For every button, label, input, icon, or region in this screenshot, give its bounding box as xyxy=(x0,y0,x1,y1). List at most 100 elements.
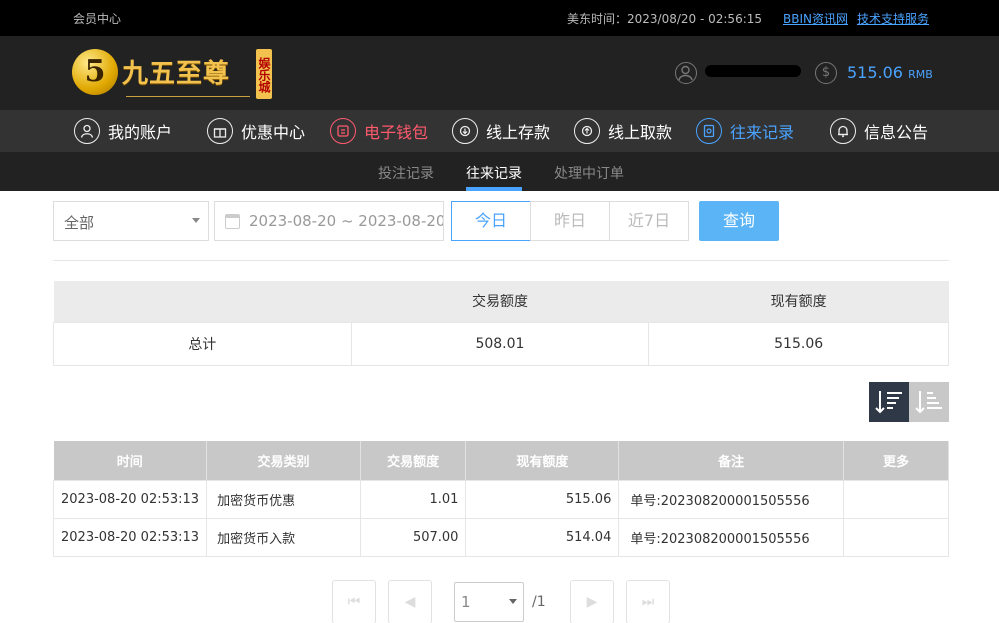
summary-header: 交易额度 xyxy=(351,281,649,322)
cell-type: 加密货币优惠 xyxy=(206,479,361,519)
bell-icon xyxy=(830,118,856,144)
nav-promotions[interactable]: 优惠中心 xyxy=(207,116,305,146)
summary-total-row: 总计 508.01 515.06 xyxy=(53,321,949,366)
records-header: 备注 xyxy=(618,441,844,480)
cell-amount: 1.01 xyxy=(359,479,467,519)
account-balance: 515.06 RMB xyxy=(847,63,933,82)
nav-transaction-records[interactable]: 往来记录 xyxy=(696,116,794,146)
query-button[interactable]: 查询 xyxy=(699,201,779,241)
sub-nav: 投注记录 往来记录 处理中订单 xyxy=(0,152,999,191)
page-select[interactable]: 1 xyxy=(454,582,524,622)
table-row: 2023-08-20 02:53:13 加密货币优惠 1.01 515.06 单… xyxy=(52,479,950,519)
records-header: 现有额度 xyxy=(465,441,620,480)
record-icon xyxy=(696,118,722,144)
quick-yesterday-button[interactable]: 昨日 xyxy=(530,201,610,241)
divider xyxy=(53,260,949,261)
calendar-icon xyxy=(225,214,240,229)
sort-descending-button[interactable] xyxy=(869,382,909,422)
quick-7days-button[interactable]: 近7日 xyxy=(609,201,689,241)
next-page-icon: ▶ xyxy=(586,594,598,610)
balance-value: 515.06 xyxy=(847,63,903,82)
active-tab-indicator xyxy=(466,187,522,191)
cell-more[interactable] xyxy=(842,517,950,557)
nav-label: 信息公告 xyxy=(864,123,929,142)
page-select-value: 1 xyxy=(461,593,471,611)
nav-label: 优惠中心 xyxy=(241,123,306,142)
records-header-row: 时间 交易类别 交易额度 现有额度 备注 更多 xyxy=(53,441,950,480)
nav-announcements[interactable]: 信息公告 xyxy=(830,116,928,146)
records-table: 时间 交易类别 交易额度 现有额度 备注 更多 2023-08-20 02:53… xyxy=(52,441,950,557)
records-header: 交易额度 xyxy=(360,441,467,480)
prev-page-icon: ◀ xyxy=(404,594,416,610)
nav-label: 往来记录 xyxy=(730,123,795,142)
cell-type: 加密货币入款 xyxy=(206,517,361,557)
sort-ascending-button[interactable] xyxy=(909,382,949,422)
last-page-button[interactable]: ⏭ xyxy=(626,580,670,623)
coin-icon: $ xyxy=(815,62,837,84)
sort-asc-icon xyxy=(915,391,942,414)
nav-online-deposit[interactable]: 线上存款 xyxy=(452,116,550,146)
eastern-time: 美东时间：2023/08/20 - 02:56:15 xyxy=(567,12,763,26)
prev-page-button[interactable]: ◀ xyxy=(388,580,432,623)
nav-label: 线上取款 xyxy=(608,123,673,142)
cell-remark: 单号:202308200001505556 xyxy=(618,517,844,557)
records-header: 交易类别 xyxy=(206,441,361,480)
summary-header xyxy=(53,281,352,322)
bbin-news-link[interactable]: BBIN资讯网 xyxy=(783,10,848,27)
logo-name: 九五至尊 xyxy=(122,59,231,89)
table-row: 2023-08-20 02:53:13 加密货币入款 507.00 514.04… xyxy=(52,517,950,557)
nav-label: 线上存款 xyxy=(486,123,551,142)
cell-time: 2023-08-20 02:53:13 xyxy=(52,479,208,519)
cell-time: 2023-08-20 02:53:13 xyxy=(52,517,208,557)
transaction-type-select[interactable]: 全部 xyxy=(53,201,209,241)
subtab-pending-orders[interactable]: 处理中订单 xyxy=(554,163,624,183)
date-range-input[interactable]: 2023-08-20 ~ 2023-08-20 xyxy=(214,201,444,241)
tech-support-link[interactable]: 技术支持服务 xyxy=(857,10,929,27)
summary-header: 现有额度 xyxy=(648,281,949,322)
nav-label: 我的账户 xyxy=(108,123,173,142)
user-icon xyxy=(74,118,100,144)
quick-today-button[interactable]: 今日 xyxy=(451,201,531,241)
gift-icon xyxy=(207,118,233,144)
cell-balance: 514.04 xyxy=(465,517,620,557)
brand-logo[interactable]: 5 九五至尊 娱乐城 xyxy=(72,47,272,101)
nav-label: 电子钱包 xyxy=(364,123,429,142)
logo-flourish xyxy=(126,91,250,97)
chevron-down-icon xyxy=(509,599,517,604)
subtab-bet-records[interactable]: 投注记录 xyxy=(378,163,434,183)
header: 5 九五至尊 娱乐城 $ 515.06 RMB xyxy=(0,36,999,110)
summary-current-balance: 515.06 xyxy=(648,321,949,366)
nav-my-account[interactable]: 我的账户 xyxy=(74,116,172,146)
logo-sub: 娱乐城 xyxy=(256,49,272,99)
logo-mark: 5 xyxy=(72,49,118,95)
deposit-icon xyxy=(452,118,478,144)
select-value: 全部 xyxy=(64,214,95,232)
records-header: 更多 xyxy=(843,441,950,480)
first-page-button[interactable]: ⏮ xyxy=(332,580,376,623)
chevron-down-icon xyxy=(192,218,200,223)
summary-transaction-amount: 508.01 xyxy=(350,321,650,366)
next-page-button[interactable]: ▶ xyxy=(570,580,614,623)
cell-balance: 515.06 xyxy=(465,479,620,519)
subtab-transaction-records[interactable]: 往来记录 xyxy=(466,163,522,183)
first-page-icon: ⏮ xyxy=(347,594,361,610)
date-range-value: 2023-08-20 ~ 2023-08-20 xyxy=(249,212,444,230)
nav-online-withdraw[interactable]: 线上取款 xyxy=(574,116,672,146)
cell-amount: 507.00 xyxy=(359,517,467,557)
summary-table: 交易额度 现有额度 总计 508.01 515.06 xyxy=(53,281,949,366)
cell-remark: 单号:202308200001505556 xyxy=(618,479,844,519)
username-redacted xyxy=(705,65,801,77)
top-bar: 会员中心 美东时间：2023/08/20 - 02:56:15 BBIN资讯网 … xyxy=(0,0,999,36)
summary-header-row: 交易额度 现有额度 xyxy=(53,281,949,322)
summary-total-label: 总计 xyxy=(53,321,352,366)
user-icon xyxy=(675,62,697,84)
currency-unit: RMB xyxy=(908,68,933,81)
nav-e-wallet[interactable]: 电子钱包 xyxy=(330,116,428,146)
last-page-icon: ⏭ xyxy=(641,594,655,610)
cell-more[interactable] xyxy=(842,479,950,519)
wallet-icon xyxy=(330,118,356,144)
main-nav: 我的账户 优惠中心 电子钱包 线上存款 线上取款 往来记录 信息公告 xyxy=(0,110,999,152)
withdraw-icon xyxy=(574,118,600,144)
member-center-link[interactable]: 会员中心 xyxy=(73,10,121,27)
records-header: 时间 xyxy=(53,441,208,480)
